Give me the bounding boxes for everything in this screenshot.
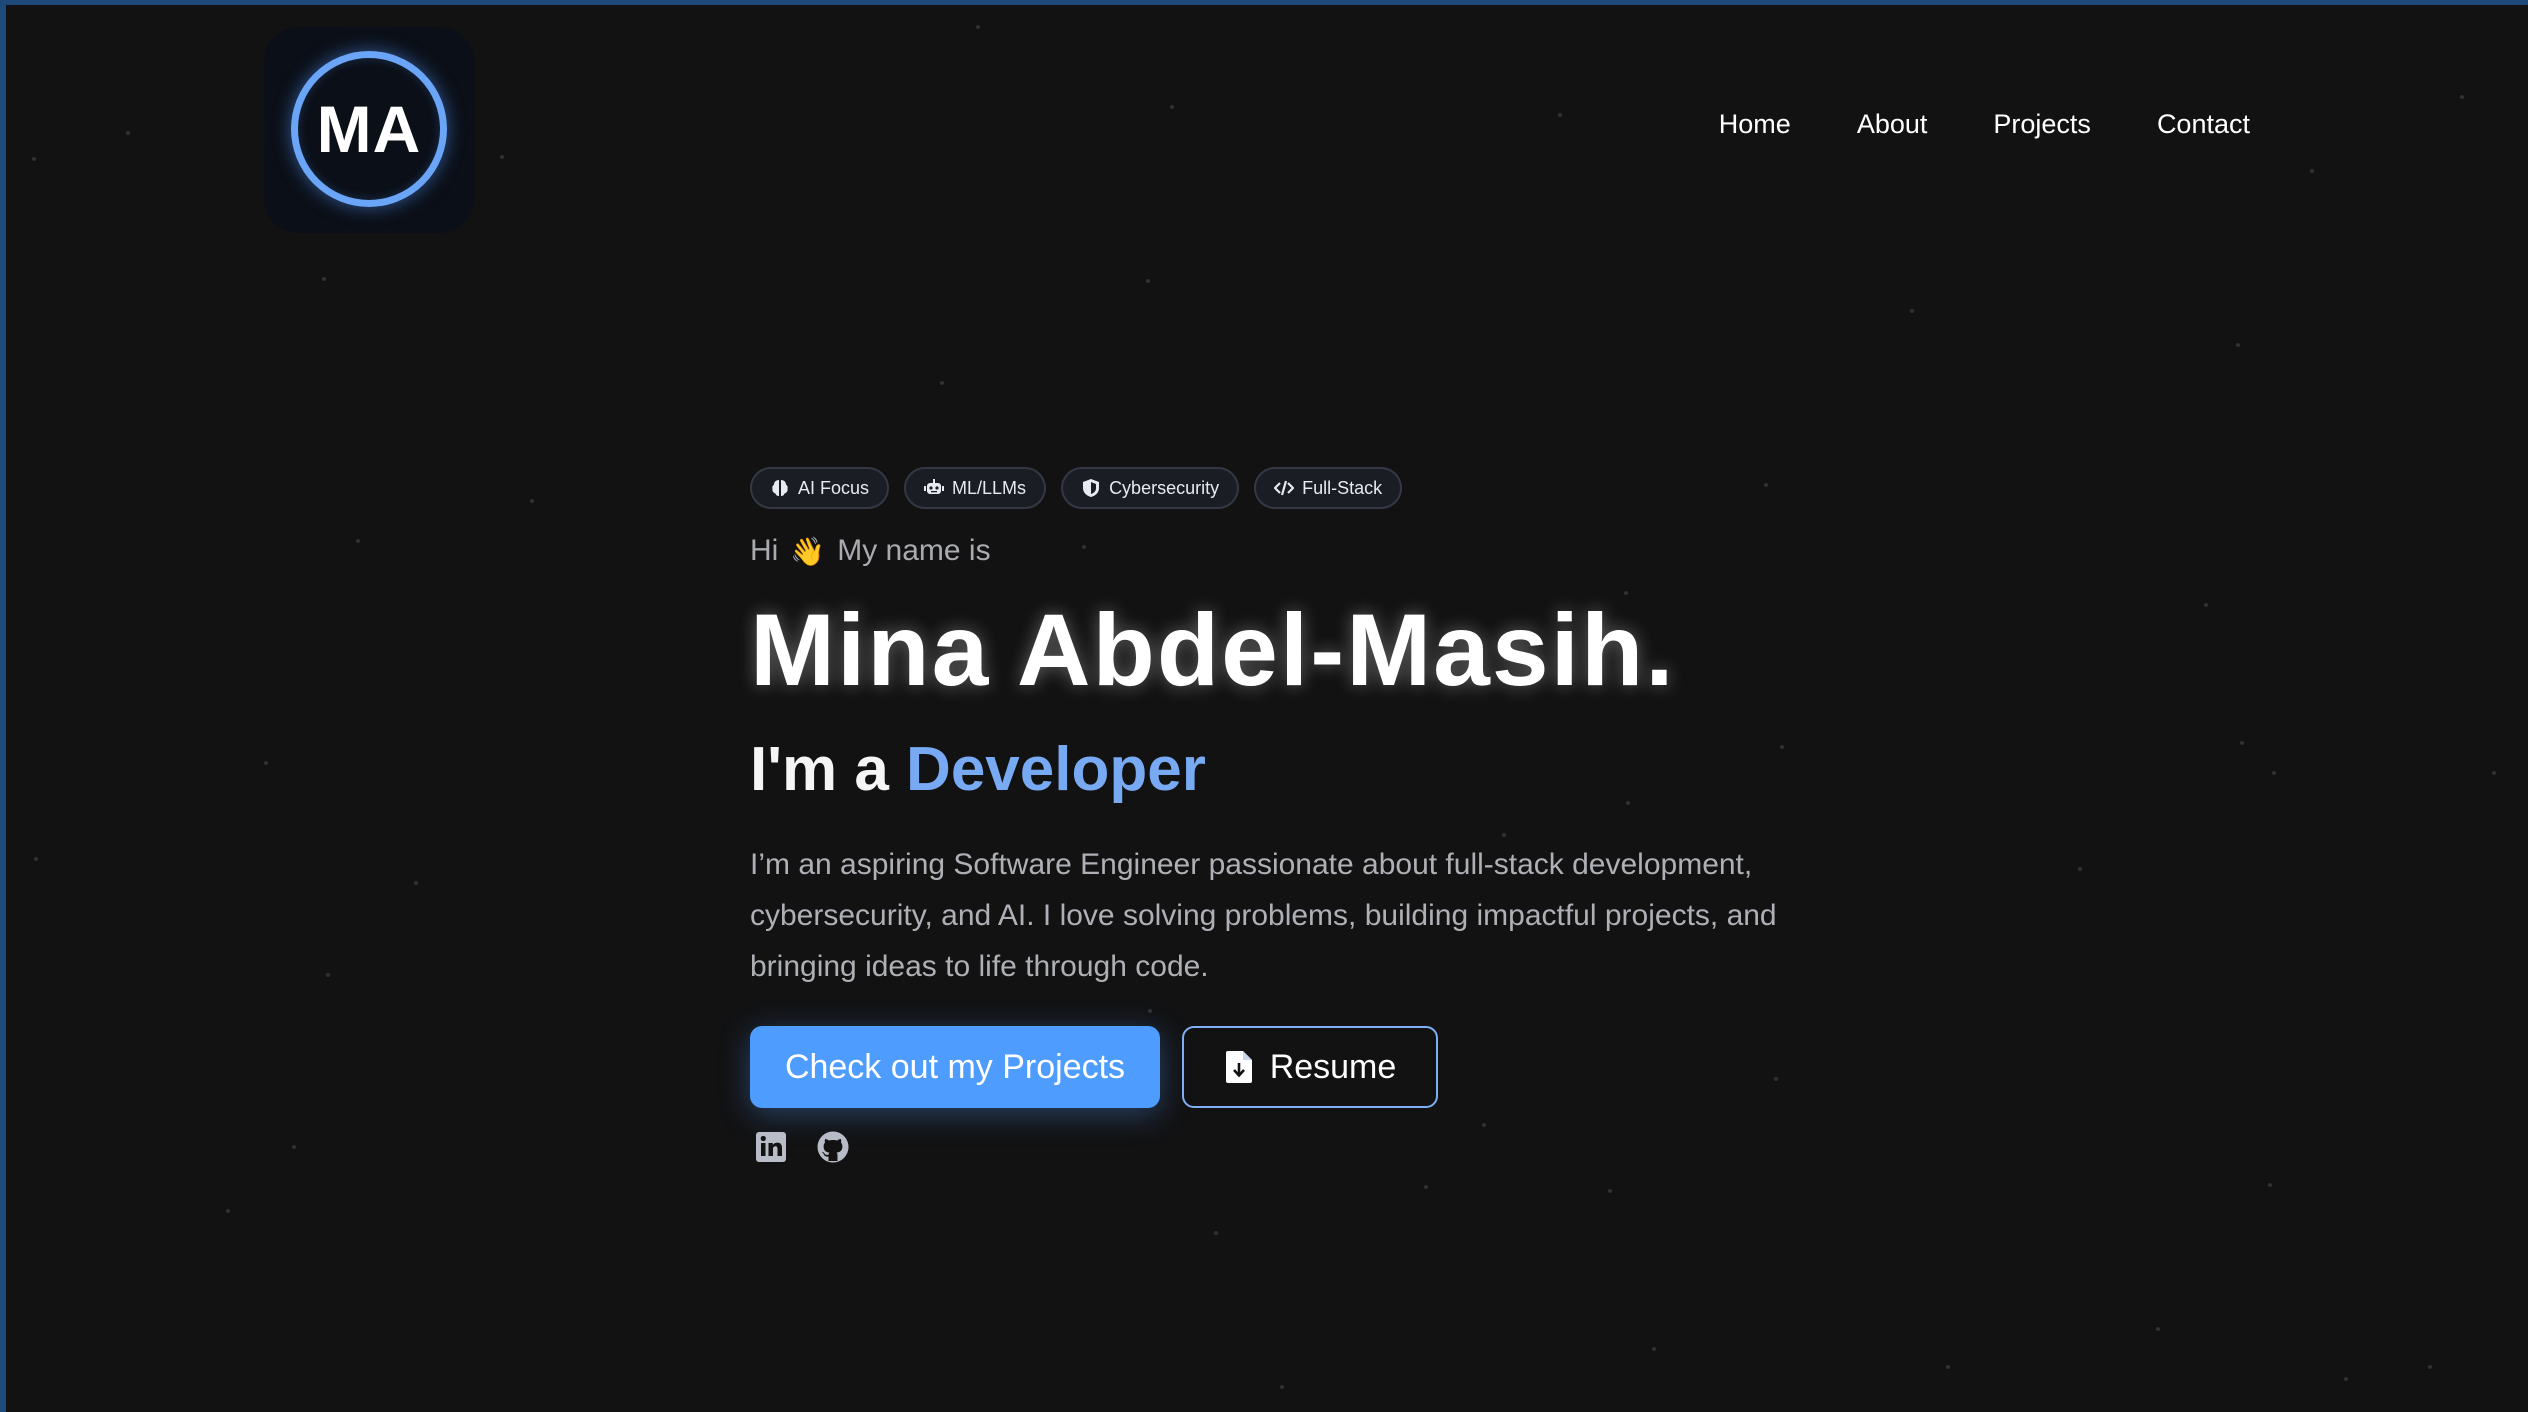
- github-icon[interactable]: [816, 1130, 850, 1164]
- chip-label: Cybersecurity: [1109, 477, 1220, 498]
- logo-text: MA: [316, 92, 422, 166]
- greeting-hi: Hi: [750, 534, 779, 567]
- chip-ml-llms: ML/LLMs: [904, 467, 1047, 509]
- chip-ai-focus: AI Focus: [750, 467, 890, 509]
- shield-icon: [1083, 479, 1100, 497]
- nav-contact-link[interactable]: Contact: [2157, 109, 2250, 140]
- page-frame: MA Home About Projects Contact AI Focus: [0, 0, 2528, 1412]
- chip-cybersecurity: Cybersecurity: [1061, 467, 1240, 509]
- resume-label: Resume: [1269, 1047, 1397, 1086]
- logo[interactable]: MA: [264, 27, 474, 233]
- social-links: [750, 1130, 1850, 1164]
- main-nav: Home About Projects Contact: [1719, 109, 2250, 140]
- nav-home-link[interactable]: Home: [1719, 109, 1791, 140]
- hero-bio: I’m an aspiring Software Engineer passio…: [750, 848, 1777, 983]
- chip-label: Full-Stack: [1302, 477, 1383, 498]
- role-highlight: Developer: [906, 735, 1206, 804]
- greeting-text: My name is: [837, 534, 991, 567]
- code-icon: [1274, 480, 1295, 496]
- wave-emoji: 👋: [790, 535, 826, 567]
- chip-full-stack: Full-Stack: [1254, 467, 1403, 509]
- linkedin-icon[interactable]: [754, 1130, 788, 1164]
- hero-name: Mina Abdel-Masih.: [750, 593, 1676, 707]
- role-prefix: I'm a: [750, 735, 889, 804]
- hero-actions: Check out my Projects Resume: [750, 1026, 1850, 1108]
- logo-ring: MA: [291, 51, 447, 207]
- hero-section: AI Focus ML/LLMs Cybersecurity Full-Stac…: [750, 467, 1850, 1164]
- greeting: Hi 👋 My name is: [750, 531, 1850, 571]
- file-download-icon: [1225, 1051, 1252, 1083]
- nav-projects-link[interactable]: Projects: [1993, 109, 2091, 140]
- chip-label: AI Focus: [798, 477, 870, 498]
- hero-role: I'm a Developer: [750, 739, 1850, 801]
- resume-button[interactable]: Resume: [1182, 1026, 1438, 1108]
- chip-label: ML/LLMs: [952, 477, 1027, 498]
- brain-icon: [772, 480, 788, 496]
- skill-chips: AI Focus ML/LLMs Cybersecurity Full-Stac…: [750, 467, 1850, 509]
- projects-button[interactable]: Check out my Projects: [750, 1026, 1160, 1108]
- nav-about-link[interactable]: About: [1857, 109, 1928, 140]
- robot-icon: [924, 479, 945, 494]
